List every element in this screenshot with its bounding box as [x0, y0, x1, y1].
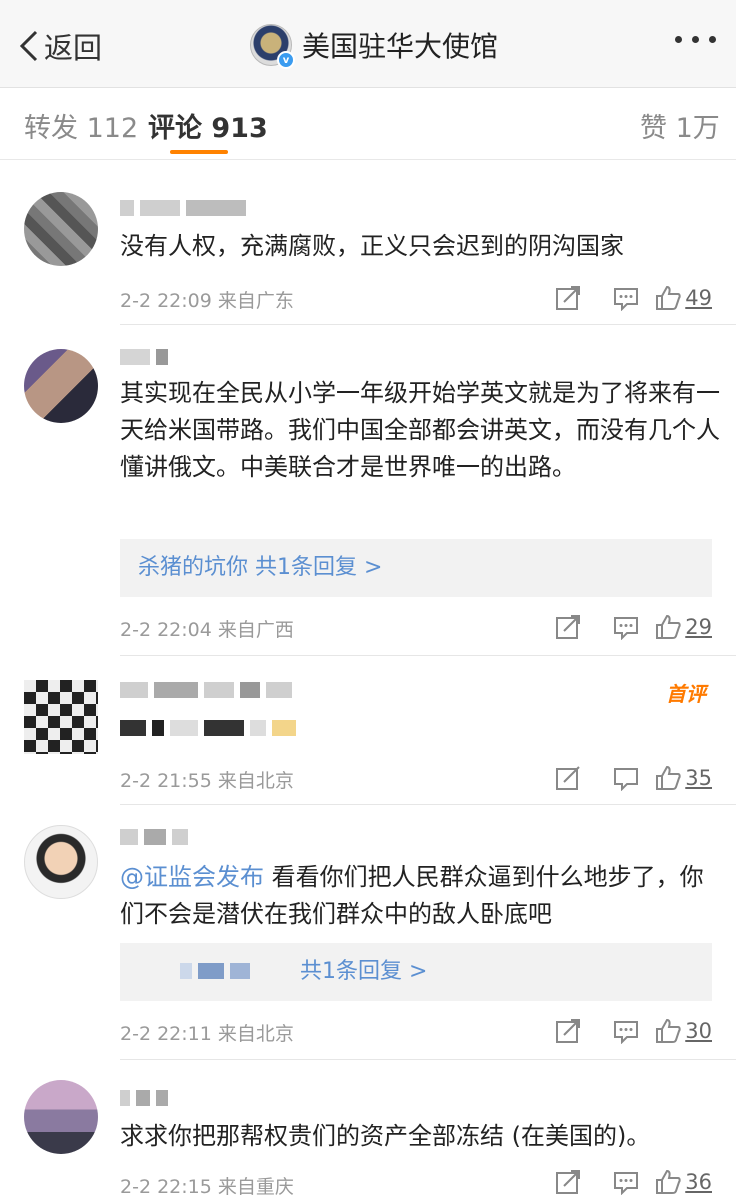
avatar[interactable]	[24, 680, 98, 754]
avatar[interactable]	[24, 1080, 98, 1154]
back-button[interactable]: 返回	[18, 26, 102, 66]
more-dots-icon[interactable]	[675, 36, 716, 43]
comment-meta: 2-2 22:15 来自重庆	[120, 1172, 294, 1199]
top-nav-bar: 返回 v 美国驻华大使馆	[0, 0, 736, 88]
comment-actions: 49	[539, 282, 712, 314]
comment-time: 2-2 22:15	[120, 1176, 212, 1198]
back-label: 返回	[44, 31, 103, 65]
share-icon[interactable]	[539, 1015, 597, 1047]
tab-likes[interactable]: 赞 1万	[640, 106, 720, 145]
share-icon[interactable]	[539, 762, 597, 794]
username-blurred[interactable]	[120, 1090, 174, 1110]
username-blurred[interactable]	[120, 200, 252, 220]
like-button[interactable]: 36	[655, 1166, 712, 1198]
comment-icon[interactable]	[597, 611, 655, 643]
tab-repost[interactable]: 转发 112	[24, 106, 138, 145]
share-icon[interactable]	[539, 282, 597, 314]
like-count: 35	[685, 766, 712, 790]
comment-time: 2-2 22:11	[120, 1023, 212, 1045]
comment-meta: 2-2 21:55 来自北京	[120, 766, 294, 793]
comment-time: 2-2 21:55	[120, 770, 212, 792]
username-blurred[interactable]	[120, 349, 174, 369]
comment-icon[interactable]	[597, 282, 655, 314]
comment-meta: 2-2 22:04 来自广西	[120, 615, 294, 642]
comment-item: 没有人权，充满腐败，正义只会迟到的阴沟国家 2-2 22:09 来自广东 49	[0, 160, 736, 324]
avatar[interactable]	[24, 825, 98, 899]
share-icon[interactable]	[539, 1166, 597, 1198]
comment-icon[interactable]	[597, 1166, 655, 1198]
comment-actions: 35	[539, 762, 712, 794]
comment-actions: 29	[539, 611, 712, 643]
thumbs-up-icon	[656, 765, 681, 790]
comment-actions: 30	[539, 1015, 712, 1047]
comment-text: @证监会发布 看看你们把人民群众逼到什么地步了，你们不会是潜伏在我们群众中的敌人…	[120, 859, 720, 933]
share-icon[interactable]	[539, 611, 597, 643]
like-button[interactable]: 30	[655, 1015, 712, 1047]
reply-summary-link[interactable]: 杀猪的坑你 共1条回复 >	[120, 539, 712, 597]
active-tab-indicator	[170, 150, 228, 154]
comment-text: 其实现在全民从小学一年级开始学英文就是为了将来有一天给米国带路。我们中国全部都会…	[120, 379, 720, 481]
comment-meta: 2-2 22:09 来自广东	[120, 286, 294, 313]
avatar[interactable]	[24, 349, 98, 423]
like-button[interactable]: 29	[655, 611, 712, 643]
comment-actions: 36	[539, 1166, 712, 1198]
comment-source: 来自北京	[217, 770, 294, 792]
tab-comments[interactable]: 评论 913	[148, 106, 268, 145]
comment-icon[interactable]	[597, 762, 655, 794]
comment-source: 来自北京	[217, 1023, 294, 1045]
thumbs-up-icon	[656, 1018, 681, 1043]
reply-author-blurred	[180, 963, 256, 983]
comment-item: 求求你把那帮权贵们的资产全部冻结 (在美国的)。 2-2 22:15 来自重庆 …	[0, 1060, 736, 1200]
comment-text-blurred	[120, 720, 302, 740]
tab-bar: 转发 112 评论 913 赞 1万	[0, 88, 736, 160]
thumbs-up-icon	[656, 1169, 681, 1194]
username-blurred[interactable]	[120, 829, 194, 849]
comment-item: @证监会发布 看看你们把人民群众逼到什么地步了，你们不会是潜伏在我们群众中的敌人…	[0, 805, 736, 1059]
embassy-seal-avatar[interactable]: v	[250, 24, 295, 69]
comment-source: 来自重庆	[217, 1176, 294, 1198]
comment-text: 没有人权，充满腐败，正义只会迟到的阴沟国家	[120, 232, 624, 260]
comment-icon[interactable]	[597, 1015, 655, 1047]
mention-link[interactable]: @证监会发布	[120, 863, 264, 891]
avatar[interactable]	[24, 192, 98, 266]
like-button[interactable]: 49	[655, 282, 712, 314]
like-count: 30	[685, 1019, 712, 1043]
comment-time: 2-2 22:09	[120, 290, 212, 312]
comment-item: 首评 2-2 21:55 来自北京 35	[0, 656, 736, 804]
username-blurred[interactable]	[120, 682, 298, 702]
like-button[interactable]: 35	[655, 762, 712, 794]
thumbs-up-icon	[656, 614, 681, 639]
first-comment-badge: 首评	[666, 682, 706, 706]
chevron-left-icon	[19, 30, 38, 62]
comment-source: 来自广西	[217, 619, 294, 641]
nav-account-header[interactable]: v 美国驻华大使馆	[250, 22, 499, 69]
comment-item: 其实现在全民从小学一年级开始学英文就是为了将来有一天给米国带路。我们中国全部都会…	[0, 325, 736, 655]
like-count: 49	[685, 286, 712, 310]
thumbs-up-icon	[656, 285, 681, 310]
comment-time: 2-2 22:04	[120, 619, 212, 641]
comment-meta: 2-2 22:11 来自北京	[120, 1019, 294, 1046]
comment-source: 来自广东	[217, 290, 294, 312]
like-count: 29	[685, 615, 712, 639]
page-title: 美国驻华大使馆	[302, 30, 499, 63]
like-count: 36	[685, 1170, 712, 1194]
comment-text: 求求你把那帮权贵们的资产全部冻结 (在美国的)。	[120, 1122, 651, 1150]
verified-badge: v	[277, 51, 295, 69]
